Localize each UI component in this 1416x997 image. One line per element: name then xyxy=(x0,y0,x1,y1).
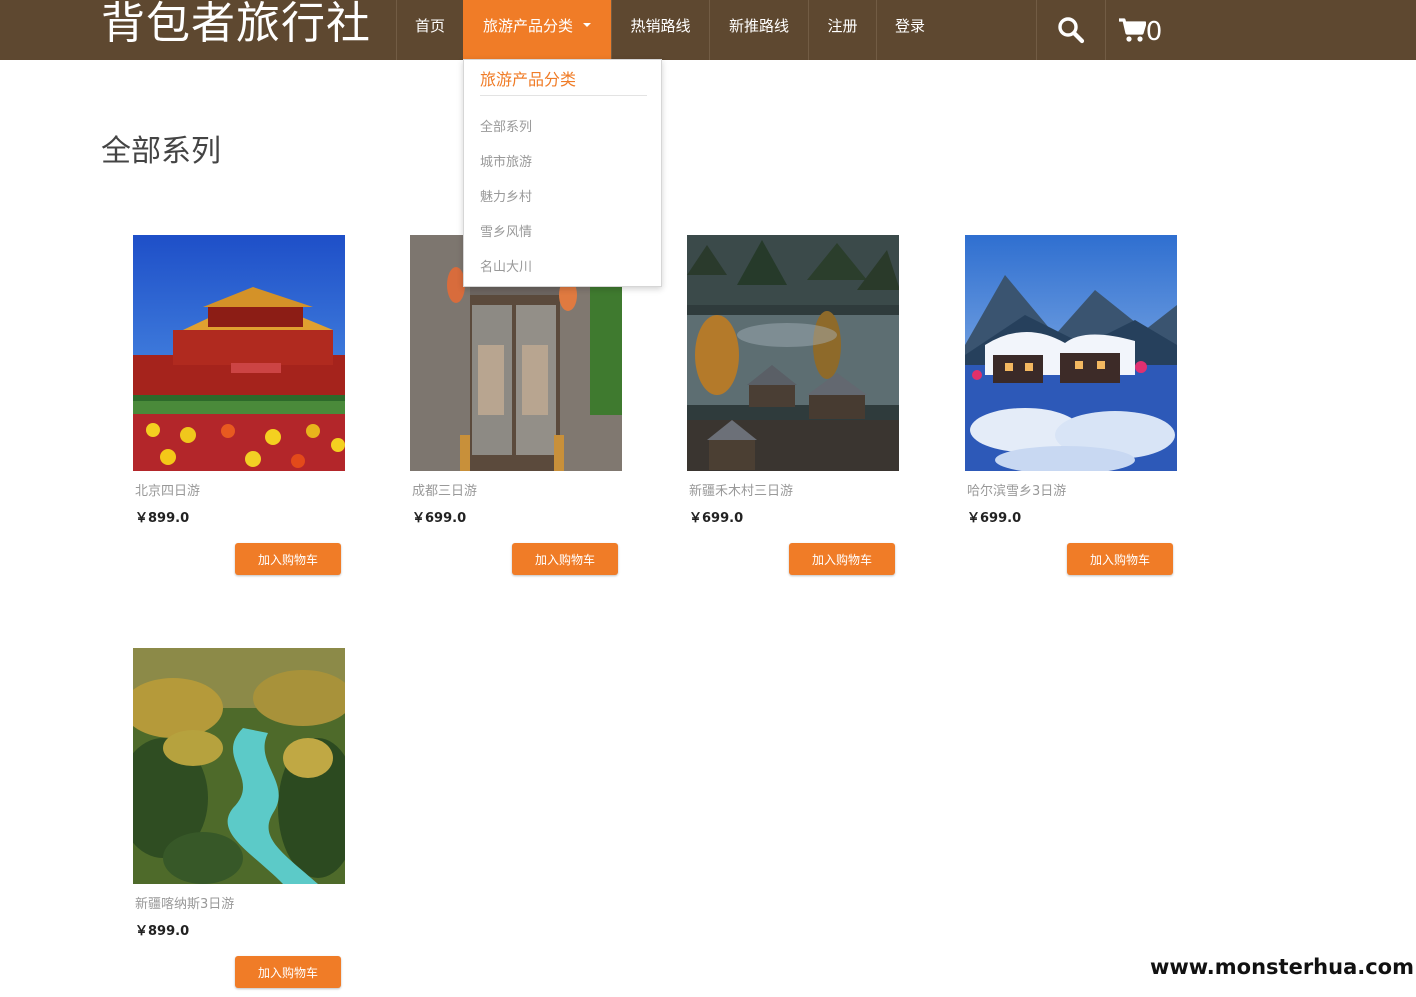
product-image-snow-town[interactable] xyxy=(965,235,1177,471)
search-icon xyxy=(1058,17,1085,44)
product-price: ￥699.0 xyxy=(689,511,744,526)
product-image-tiananmen[interactable] xyxy=(133,235,345,471)
dropdown-item-all[interactable]: 全部系列 xyxy=(480,116,532,135)
product-price: ￥899.0 xyxy=(135,511,190,526)
product-name[interactable]: 哈尔滨雪乡3日游 xyxy=(967,480,1066,499)
search-button[interactable] xyxy=(1037,0,1105,60)
watermark-text: www.monsterhua.com xyxy=(1149,955,1414,979)
nav-category-label: 旅游产品分类 xyxy=(482,17,573,35)
nav-category-dropdown[interactable]: 旅游产品分类 xyxy=(463,0,611,60)
nav-new-routes[interactable]: 新推路线 xyxy=(710,0,808,60)
add-to-cart-button[interactable]: 加入购物车 xyxy=(235,956,341,988)
shopping-cart-icon xyxy=(1118,18,1146,42)
add-to-cart-button[interactable]: 加入购物车 xyxy=(512,543,618,575)
add-to-cart-button[interactable]: 加入购物车 xyxy=(1067,543,1173,575)
nav-hot-routes[interactable]: 热销路线 xyxy=(612,0,709,60)
nav-register[interactable]: 注册 xyxy=(809,0,876,60)
nav-home[interactable]: 首页 xyxy=(397,0,463,60)
page-title: 全部系列 xyxy=(101,134,221,169)
product-price: ￥699.0 xyxy=(967,511,1022,526)
dropdown-header: 旅游产品分类 xyxy=(480,68,647,96)
brand-logo[interactable]: 背包者旅行社 xyxy=(101,0,371,52)
product-image-hemu[interactable] xyxy=(687,235,899,471)
dropdown-item-village[interactable]: 魅力乡村 xyxy=(480,186,532,205)
product-price: ￥899.0 xyxy=(135,924,190,939)
nav-login[interactable]: 登录 xyxy=(877,0,943,60)
top-navbar: 背包者旅行社 首页 旅游产品分类 热销路线 新推路线 注册 登录 0 xyxy=(0,0,1416,60)
product-name[interactable]: 成都三日游 xyxy=(412,480,477,499)
product-name[interactable]: 新疆喀纳斯3日游 xyxy=(135,893,234,912)
product-image-kanas[interactable] xyxy=(133,648,345,884)
cart-count-badge: 0 xyxy=(1145,17,1163,47)
product-name[interactable]: 北京四日游 xyxy=(135,480,200,499)
add-to-cart-button[interactable]: 加入购物车 xyxy=(235,543,341,575)
dropdown-item-mountains[interactable]: 名山大川 xyxy=(480,256,532,275)
add-to-cart-button[interactable]: 加入购物车 xyxy=(789,543,895,575)
dropdown-item-city[interactable]: 城市旅游 xyxy=(480,151,532,170)
cart-button[interactable]: 0 xyxy=(1106,0,1174,60)
product-price: ￥699.0 xyxy=(412,511,467,526)
product-name[interactable]: 新疆禾木村三日游 xyxy=(689,480,793,499)
dropdown-item-snow[interactable]: 雪乡风情 xyxy=(480,221,532,240)
caret-down-icon xyxy=(583,22,591,27)
category-dropdown-menu: 旅游产品分类 全部系列 城市旅游 魅力乡村 雪乡风情 名山大川 xyxy=(463,59,662,287)
